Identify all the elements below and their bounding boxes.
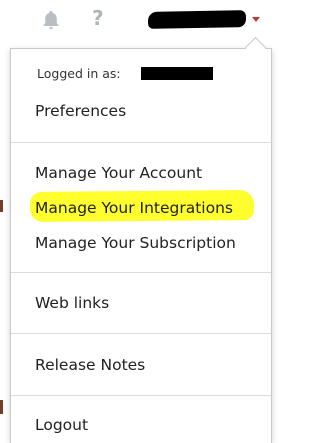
menu-divider [11, 272, 271, 273]
menu-item-manage-subscription[interactable]: Manage Your Subscription [35, 233, 236, 253]
menu-divider [11, 142, 271, 143]
menu-item-logout[interactable]: Logout [35, 415, 88, 435]
redacted-username [147, 10, 247, 29]
user-menu-button[interactable] [147, 8, 268, 32]
background-fragment [0, 400, 3, 414]
logged-in-label: Logged in as: [37, 66, 121, 81]
bell-icon[interactable] [40, 9, 62, 31]
menu-item-manage-integrations[interactable]: Manage Your Integrations [35, 198, 233, 218]
menu-divider [11, 395, 271, 396]
menu-item-release-notes[interactable]: Release Notes [35, 355, 145, 375]
menu-item-preferences[interactable]: Preferences [35, 101, 126, 121]
menu-item-web-links[interactable]: Web links [35, 293, 109, 313]
menu-item-manage-account[interactable]: Manage Your Account [35, 163, 202, 183]
redacted-account-name [141, 67, 213, 80]
user-dropdown-menu: Logged in as: Preferences Manage Your Ac… [10, 48, 272, 443]
background-fragment [0, 200, 3, 212]
menu-divider [11, 333, 271, 334]
chevron-down-icon [252, 17, 260, 22]
top-bar: ? [0, 0, 279, 44]
help-icon[interactable]: ? [92, 6, 104, 30]
